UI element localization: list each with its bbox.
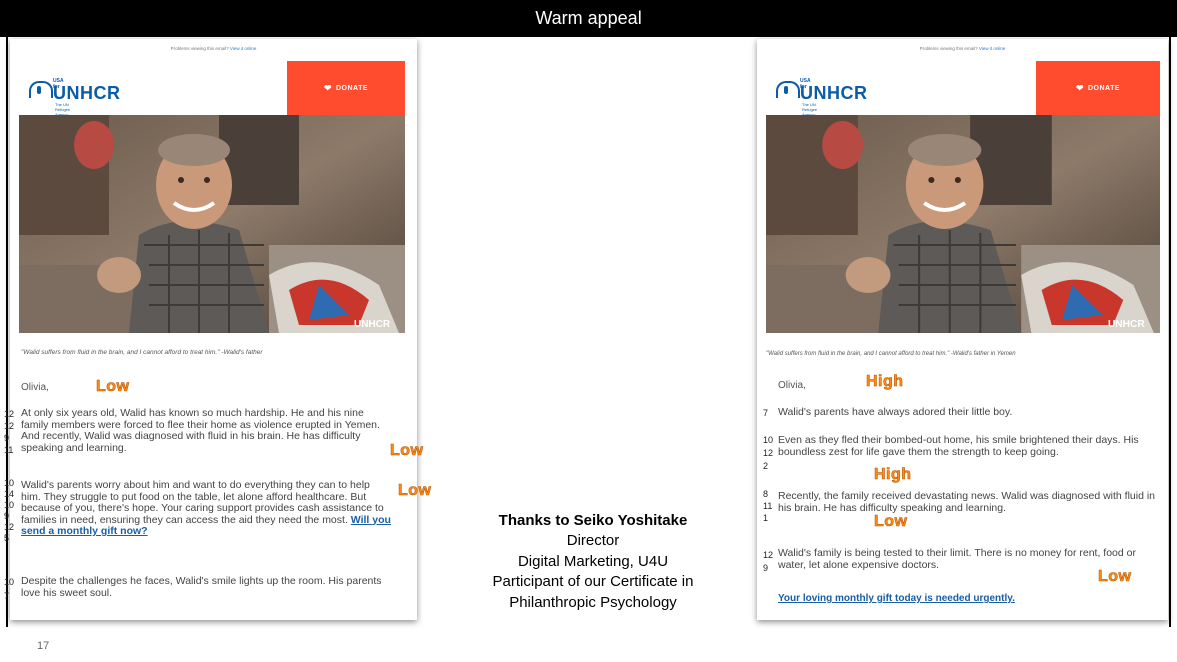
margin-number: 11 bbox=[4, 445, 14, 455]
logo-text: UNHCR bbox=[800, 83, 868, 103]
margin-number: 9 bbox=[763, 563, 769, 573]
donate-label: DONATE bbox=[1088, 84, 1121, 92]
brand-bar: USA for UNHCR The UN Refugee Agency bbox=[766, 61, 1036, 117]
margin-number: 9 bbox=[4, 511, 10, 521]
margin-number: 10 bbox=[4, 478, 15, 488]
paragraph-text: Walid's parents have always adored their… bbox=[778, 406, 1013, 418]
margin-number: 12 bbox=[4, 522, 15, 532]
heart-icon: ❤ bbox=[323, 82, 332, 93]
margin-number: 2 bbox=[763, 461, 769, 471]
body-paragraph-1: At only six years old, Walid has known s… bbox=[21, 407, 391, 454]
margin-number: 14 bbox=[4, 489, 15, 499]
credit-department: Digital Marketing, U4U bbox=[517, 552, 669, 570]
photo-caption: "Walid suffers from fluid in the brain, … bbox=[766, 351, 1016, 357]
salutation: Olivia, bbox=[21, 382, 49, 393]
slide-title: Warm appeal bbox=[535, 8, 642, 28]
margin-number: 7 bbox=[4, 591, 10, 601]
tone-tag-paragraph-2: High bbox=[874, 466, 912, 484]
margin-number: 10 bbox=[4, 500, 15, 510]
preheader-text: Problems viewing this email? bbox=[170, 46, 229, 51]
tone-tag-paragraph-1: Low bbox=[390, 442, 424, 460]
hero-photo: UNHCR bbox=[19, 115, 405, 333]
hero-photo: UNHCR bbox=[766, 115, 1160, 333]
tone-tag-paragraph-4: Low bbox=[1098, 568, 1132, 586]
paragraph-text: Recently, the family received devastatin… bbox=[778, 490, 1156, 514]
tone-tag-salutation: Low bbox=[96, 378, 130, 396]
email-preview-high: Problems viewing this email? View it onl… bbox=[757, 39, 1168, 620]
photo-watermark: UNHCR bbox=[354, 319, 391, 330]
credits-block: Thanks to Seiko Yoshitake Director Digit… bbox=[438, 511, 748, 613]
margin-number: 8 bbox=[763, 489, 769, 499]
credit-name: Thanks to Seiko Yoshitake bbox=[498, 512, 688, 529]
paragraph-text: Even as they fled their bombed-out home,… bbox=[778, 434, 1139, 458]
paragraph-text: At only six years old, Walid has known s… bbox=[21, 407, 380, 454]
margin-number: 10 bbox=[4, 577, 15, 587]
preheader: Problems viewing this email? View it onl… bbox=[10, 46, 417, 51]
tone-tag-paragraph-2: Low bbox=[398, 482, 432, 500]
margin-number: 12 bbox=[4, 409, 15, 419]
margin-number: 12 bbox=[763, 448, 774, 458]
credit-certificate-line1: Participant of our Certificate in bbox=[492, 573, 694, 590]
margin-number: 7 bbox=[763, 408, 769, 418]
unhcr-emblem-icon bbox=[29, 81, 53, 98]
body-paragraph-3: Despite the challenges he faces, Walid's… bbox=[21, 575, 391, 599]
margin-number: 5 bbox=[4, 533, 10, 543]
slide-frame-right bbox=[1169, 37, 1171, 627]
photo-watermark: UNHCR bbox=[1108, 319, 1146, 330]
margin-number: 9 bbox=[4, 433, 10, 443]
credit-role: Director bbox=[566, 532, 620, 549]
preheader: Problems viewing this email? View it onl… bbox=[757, 46, 1168, 51]
body-paragraph-2: Walid's parents worry about him and want… bbox=[21, 479, 391, 538]
preheader-text: Problems viewing this email? bbox=[919, 46, 978, 51]
paragraph-text: Walid's family is being tested to their … bbox=[778, 547, 1136, 571]
donate-button[interactable]: ❤ DONATE bbox=[1036, 61, 1160, 115]
body-paragraph-2: Even as they fled their bombed-out home,… bbox=[778, 434, 1163, 458]
logo-text: UNHCR bbox=[53, 83, 121, 103]
tone-tag-salutation: High bbox=[866, 373, 904, 391]
view-online-link[interactable]: View it online bbox=[230, 46, 256, 51]
margin-number: 12 bbox=[763, 550, 774, 560]
heart-icon: ❤ bbox=[1075, 82, 1084, 93]
tone-tag-paragraph-3: Low bbox=[874, 513, 908, 531]
photo-caption: "Walid suffers from fluid in the brain, … bbox=[21, 349, 263, 356]
body-paragraph-3: Recently, the family received devastatin… bbox=[778, 490, 1163, 514]
donate-label: DONATE bbox=[336, 84, 369, 92]
margin-number: 1 bbox=[763, 513, 769, 523]
monthly-gift-cta-link[interactable]: Your loving monthly gift today is needed… bbox=[778, 593, 1015, 604]
unhcr-emblem-icon bbox=[776, 81, 800, 98]
slide-title-bar: Warm appeal bbox=[0, 0, 1177, 37]
margin-number: 12 bbox=[4, 421, 15, 431]
donate-button[interactable]: ❤ DONATE bbox=[287, 61, 405, 115]
brand-bar: USA for UNHCR The UN Refugee Agency bbox=[19, 61, 287, 117]
paragraph-text: Despite the challenges he faces, Walid's… bbox=[21, 575, 382, 599]
body-paragraph-1: Walid's parents have always adored their… bbox=[778, 406, 1163, 419]
salutation: Olivia, bbox=[778, 380, 806, 391]
email-preview-low: Problems viewing this email? View it onl… bbox=[10, 39, 417, 620]
margin-number: 10 bbox=[763, 435, 774, 445]
page-number: 17 bbox=[37, 640, 50, 652]
margin-number: 11 bbox=[763, 501, 773, 511]
paragraph-text: Walid's parents worry about him and want… bbox=[21, 479, 384, 526]
view-online-link[interactable]: View it online bbox=[979, 46, 1005, 51]
credit-certificate-line2: Philanthropic Psychology bbox=[509, 593, 677, 611]
